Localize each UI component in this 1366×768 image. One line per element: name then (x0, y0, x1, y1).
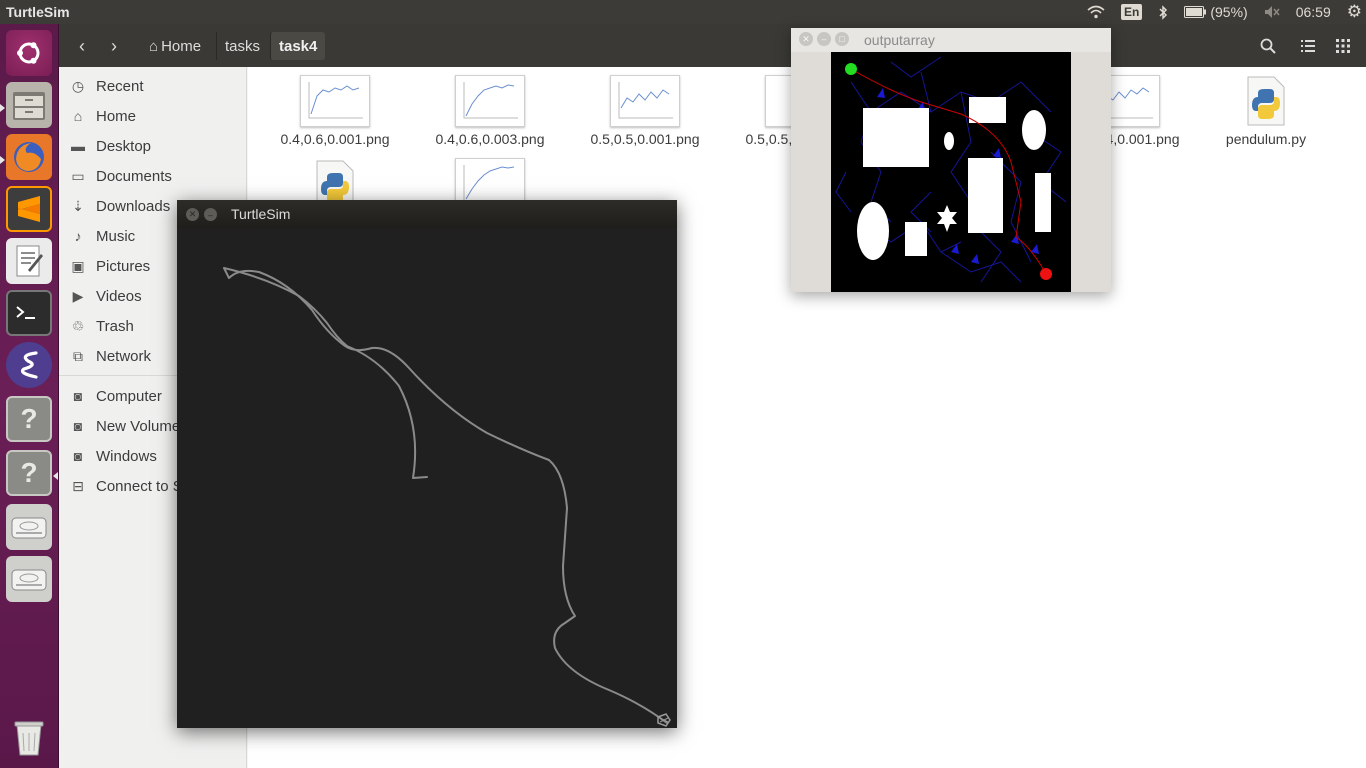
file-item[interactable]: 0.4,0.6,0.001.png (260, 75, 410, 147)
download-icon: ⇣ (72, 197, 84, 214)
file-item[interactable]: 0.4,0.6,0.003.png (415, 75, 565, 147)
indicator-area: En (95%) 06:59 ⚙ (1079, 0, 1366, 24)
home-icon: ⌂ (73, 108, 83, 124)
turtle-trail (223, 267, 668, 724)
outputarray-titlebar[interactable]: ✕ – □ outputarray (791, 28, 1111, 52)
close-icon[interactable]: ✕ (799, 32, 813, 46)
plot-thumbnail (455, 75, 525, 127)
text-editor-icon[interactable] (6, 238, 52, 284)
sidebar-item-recent[interactable]: ◷ Recent (59, 72, 247, 100)
breadcrumb-home[interactable]: ⌂ Home (141, 32, 209, 60)
list-icon (1301, 40, 1315, 52)
drive-icon[interactable] (6, 504, 52, 550)
terminal-icon[interactable] (6, 290, 52, 336)
grid-icon (1336, 39, 1350, 53)
battery-icon (1184, 6, 1207, 18)
python-file-icon (1247, 76, 1285, 126)
turtlesim-window: ✕ – TurtleSim (177, 200, 677, 728)
system-gear-icon[interactable]: ⚙ (1347, 2, 1362, 22)
close-icon[interactable]: ✕ (186, 208, 199, 221)
folder-icon: ▭ (71, 167, 85, 184)
file-manager-headerbar: ‹ › ⌂ Home tasks task4 (59, 24, 1366, 67)
clock[interactable]: 06:59 (1296, 4, 1331, 20)
minimize-icon[interactable]: – (817, 32, 831, 46)
list-view-button[interactable] (1291, 32, 1325, 60)
search-button[interactable] (1251, 32, 1285, 60)
launcher: ? ? (0, 24, 59, 768)
forward-button[interactable]: › (99, 32, 129, 60)
trash-icon[interactable] (6, 714, 52, 760)
file-item[interactable]: pendulum.py (1191, 75, 1341, 147)
outputarray-window: ✕ – □ outputarray (791, 28, 1111, 292)
minimize-icon[interactable]: – (204, 208, 217, 221)
wifi-icon[interactable] (1087, 5, 1105, 19)
bluetooth-icon[interactable] (1158, 4, 1168, 20)
goal-marker (1040, 268, 1052, 280)
video-icon: ▶ (72, 287, 84, 304)
drive-icon: ◙ (73, 418, 83, 434)
files-icon[interactable] (6, 82, 52, 128)
keyboard-layout-indicator[interactable]: En (1121, 4, 1143, 20)
network-icon: ⧉ (73, 347, 83, 364)
volume-muted-icon[interactable] (1264, 5, 1280, 19)
drive-icon[interactable] (6, 556, 52, 602)
battery-percent: (95%) (1210, 4, 1248, 20)
window-title: TurtleSim (231, 206, 291, 222)
active-app-title: TurtleSim (6, 4, 70, 20)
back-button[interactable]: ‹ (67, 32, 97, 60)
file-item[interactable]: 0.5,0.5,0.001.png (570, 75, 720, 147)
unknown-app-icon[interactable]: ? (6, 396, 52, 442)
firefox-icon[interactable] (6, 134, 52, 180)
path-planning-map (831, 52, 1071, 292)
server-icon: ⊟ (72, 477, 84, 494)
emacs-icon[interactable] (6, 342, 52, 388)
breadcrumb-tasks[interactable]: tasks (216, 32, 268, 60)
battery-indicator[interactable]: (95%) (1184, 4, 1248, 20)
home-icon: ⌂ (149, 37, 159, 55)
drive-icon: ◙ (73, 448, 83, 464)
music-icon: ♪ (74, 228, 82, 244)
grid-view-button[interactable] (1326, 32, 1360, 60)
trash-icon: ♲ (71, 317, 85, 334)
window-title: outputarray (864, 32, 935, 48)
breadcrumb-task4[interactable]: task4 (270, 32, 326, 60)
camera-icon: ▣ (71, 257, 85, 274)
maximize-icon[interactable]: □ (835, 32, 849, 46)
sidebar-item-desktop[interactable]: ▬ Desktop (59, 132, 247, 160)
turtle-trail (223, 267, 428, 479)
start-marker (845, 63, 857, 75)
plot-thumbnail (300, 75, 370, 127)
sidebar-item-home[interactable]: ⌂ Home (59, 102, 247, 130)
folder-icon: ▬ (71, 138, 85, 154)
sidebar-item-documents[interactable]: ▭ Documents (59, 162, 247, 190)
turtle-sprite (657, 713, 671, 727)
search-icon (1260, 38, 1276, 54)
drive-icon: ◙ (73, 388, 83, 404)
clock-icon: ◷ (71, 77, 85, 94)
top-panel: TurtleSim En (95%) 06:59 ⚙ (0, 0, 1366, 24)
unknown-app-icon[interactable]: ? (6, 450, 52, 496)
plot-thumbnail (610, 75, 680, 127)
ubuntu-dash-icon[interactable] (6, 30, 52, 76)
turtlesim-canvas (177, 228, 677, 728)
sublime-text-icon[interactable] (6, 186, 52, 232)
turtlesim-titlebar[interactable]: ✕ – TurtleSim (177, 200, 677, 228)
